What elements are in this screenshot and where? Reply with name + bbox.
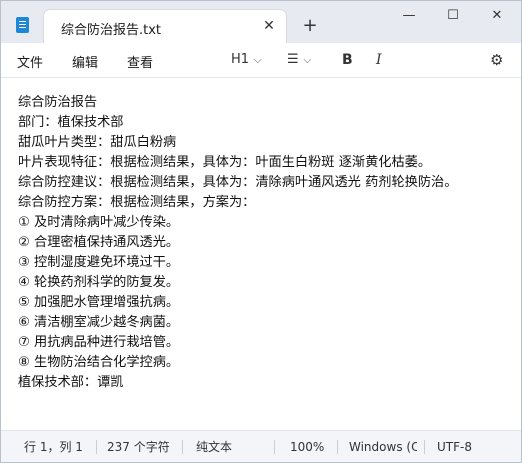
status-separator <box>182 440 183 454</box>
status-separator <box>337 440 338 454</box>
heading-dropdown[interactable]: H1 ⌵ <box>231 50 262 70</box>
document-line: 部门：植保技术部 <box>18 115 124 130</box>
bold-button[interactable]: B <box>342 50 353 70</box>
italic-button[interactable]: I <box>376 50 382 70</box>
document-line: ⑥ 清洁棚室减少越冬病菌。 <box>18 315 180 330</box>
status-line-ending[interactable]: Windows (CR <box>349 431 417 462</box>
notepad-window: 综合防治报告.txt ✕ + — ☐ ✕ 文件 编辑 查看 H1 ⌵ ☰ ⌵ B I… <box>0 0 522 463</box>
document-tab[interactable]: 综合防治报告.txt ✕ <box>43 9 287 43</box>
chevron-down-icon: ⌵ <box>303 55 312 66</box>
status-char-count: 237 个字符 <box>107 440 170 454</box>
notepad-app-icon <box>16 17 29 33</box>
document-line: 综合防控方案：根据检测结果，方案为： <box>18 195 256 210</box>
status-zoom[interactable]: 100% <box>290 431 324 462</box>
status-separator <box>274 440 275 454</box>
document-line: ⑦ 用抗病品种进行栽培管。 <box>18 335 180 350</box>
document-text: 综合防治报告部门：植保技术部甜瓜叶片类型：甜瓜白粉病叶片表现特征：根据检测结果，… <box>18 93 518 393</box>
status-separator <box>96 440 97 454</box>
tab-title: 综合防治报告.txt <box>61 23 162 38</box>
chevron-down-icon: ⌵ <box>254 55 262 66</box>
list-dropdown[interactable]: ☰ ⌵ <box>287 50 311 70</box>
document-line: 综合防控建议：根据检测结果，具体为：清除病叶通风透光 药剂轮换防治。 <box>18 175 458 190</box>
heading-label: H1 <box>231 52 250 67</box>
title-bar[interactable]: 综合防治报告.txt ✕ + — ☐ ✕ <box>1 1 521 43</box>
menu-view[interactable]: 查看 <box>127 52 153 71</box>
tab-close-icon[interactable]: ✕ <box>260 17 278 35</box>
maximize-icon[interactable]: ☐ <box>438 5 468 27</box>
document-line: ③ 控制湿度避免环境过干。 <box>18 255 180 270</box>
document-line: 甜瓜叶片类型：甜瓜白粉病 <box>18 135 177 150</box>
minimize-icon[interactable]: — <box>394 5 424 27</box>
list-icon: ☰ <box>287 52 299 67</box>
menu-edit[interactable]: 编辑 <box>72 52 98 71</box>
document-line: ① 及时清除病叶减少传染。 <box>18 215 180 230</box>
document-line: ② 合理密植保持通风透光。 <box>18 235 180 250</box>
close-window-icon[interactable]: ✕ <box>482 5 512 27</box>
menu-bar: 文件 编辑 查看 H1 ⌵ ☰ ⌵ B I ⚙ <box>1 43 521 77</box>
document-line: ⑧ 生物防治结合化学控病。 <box>18 355 180 370</box>
settings-gear-icon[interactable]: ⚙ <box>490 50 503 70</box>
status-separator <box>424 440 425 454</box>
status-bar: 行 1，列 1 237 个字符 纯文本 100% Windows (CR UTF… <box>1 430 521 462</box>
status-cursor-position: 行 1，列 1 <box>24 440 83 454</box>
new-tab-icon[interactable]: + <box>300 16 320 36</box>
document-line: 植保技术部：谭凯 <box>18 375 124 390</box>
document-line: ⑤ 加强肥水管理增强抗病。 <box>18 295 180 310</box>
text-editor[interactable]: 综合防治报告部门：植保技术部甜瓜叶片类型：甜瓜白粉病叶片表现特征：根据检测结果，… <box>1 78 521 430</box>
document-line: 综合防治报告 <box>18 95 98 110</box>
document-line: ④ 轮换药剂科学的防复发。 <box>18 275 180 290</box>
status-encoding[interactable]: UTF-8 <box>437 431 472 462</box>
menu-file[interactable]: 文件 <box>17 52 43 71</box>
status-format: 纯文本 <box>196 440 233 454</box>
document-line: 叶片表现特征：根据检测结果，具体为：叶面生白粉斑 逐渐黄化枯萎。 <box>18 155 432 170</box>
